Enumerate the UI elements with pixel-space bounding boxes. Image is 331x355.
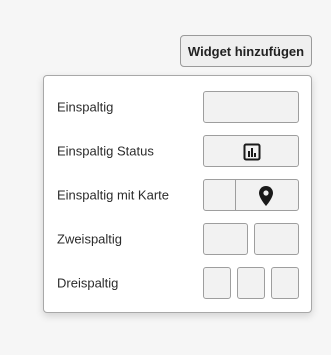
divider (235, 180, 236, 210)
menu-item-einspaltig-status[interactable]: Einspaltig Status (44, 135, 311, 167)
menu-item-zweispaltig[interactable]: Zweispaltig (44, 223, 311, 255)
single-column-map-preview (203, 179, 299, 211)
single-column-preview (203, 91, 299, 123)
three-column-preview-left (203, 267, 231, 299)
map-pin-icon (259, 186, 273, 206)
single-column-status-preview (203, 135, 299, 167)
two-column-preview-left (203, 223, 248, 255)
add-widget-button[interactable]: Widget hinzufügen (180, 35, 312, 67)
three-column-preview-middle (237, 267, 265, 299)
menu-item-label: Einspaltig (57, 99, 114, 115)
menu-item-einspaltig-mit-karte[interactable]: Einspaltig mit Karte (44, 179, 311, 211)
widget-type-menu: Einspaltig Einspaltig Status Einspaltig … (43, 75, 312, 313)
menu-item-label: Einspaltig Status (57, 143, 154, 159)
menu-item-label: Einspaltig mit Karte (57, 187, 169, 203)
bar-chart-icon (243, 143, 261, 161)
menu-item-einspaltig[interactable]: Einspaltig (44, 91, 311, 123)
three-column-preview-right (271, 267, 299, 299)
two-column-preview-right (254, 223, 299, 255)
menu-item-dreispaltig[interactable]: Dreispaltig (44, 267, 311, 299)
menu-item-label: Zweispaltig (57, 231, 123, 247)
menu-item-label: Dreispaltig (57, 275, 119, 291)
